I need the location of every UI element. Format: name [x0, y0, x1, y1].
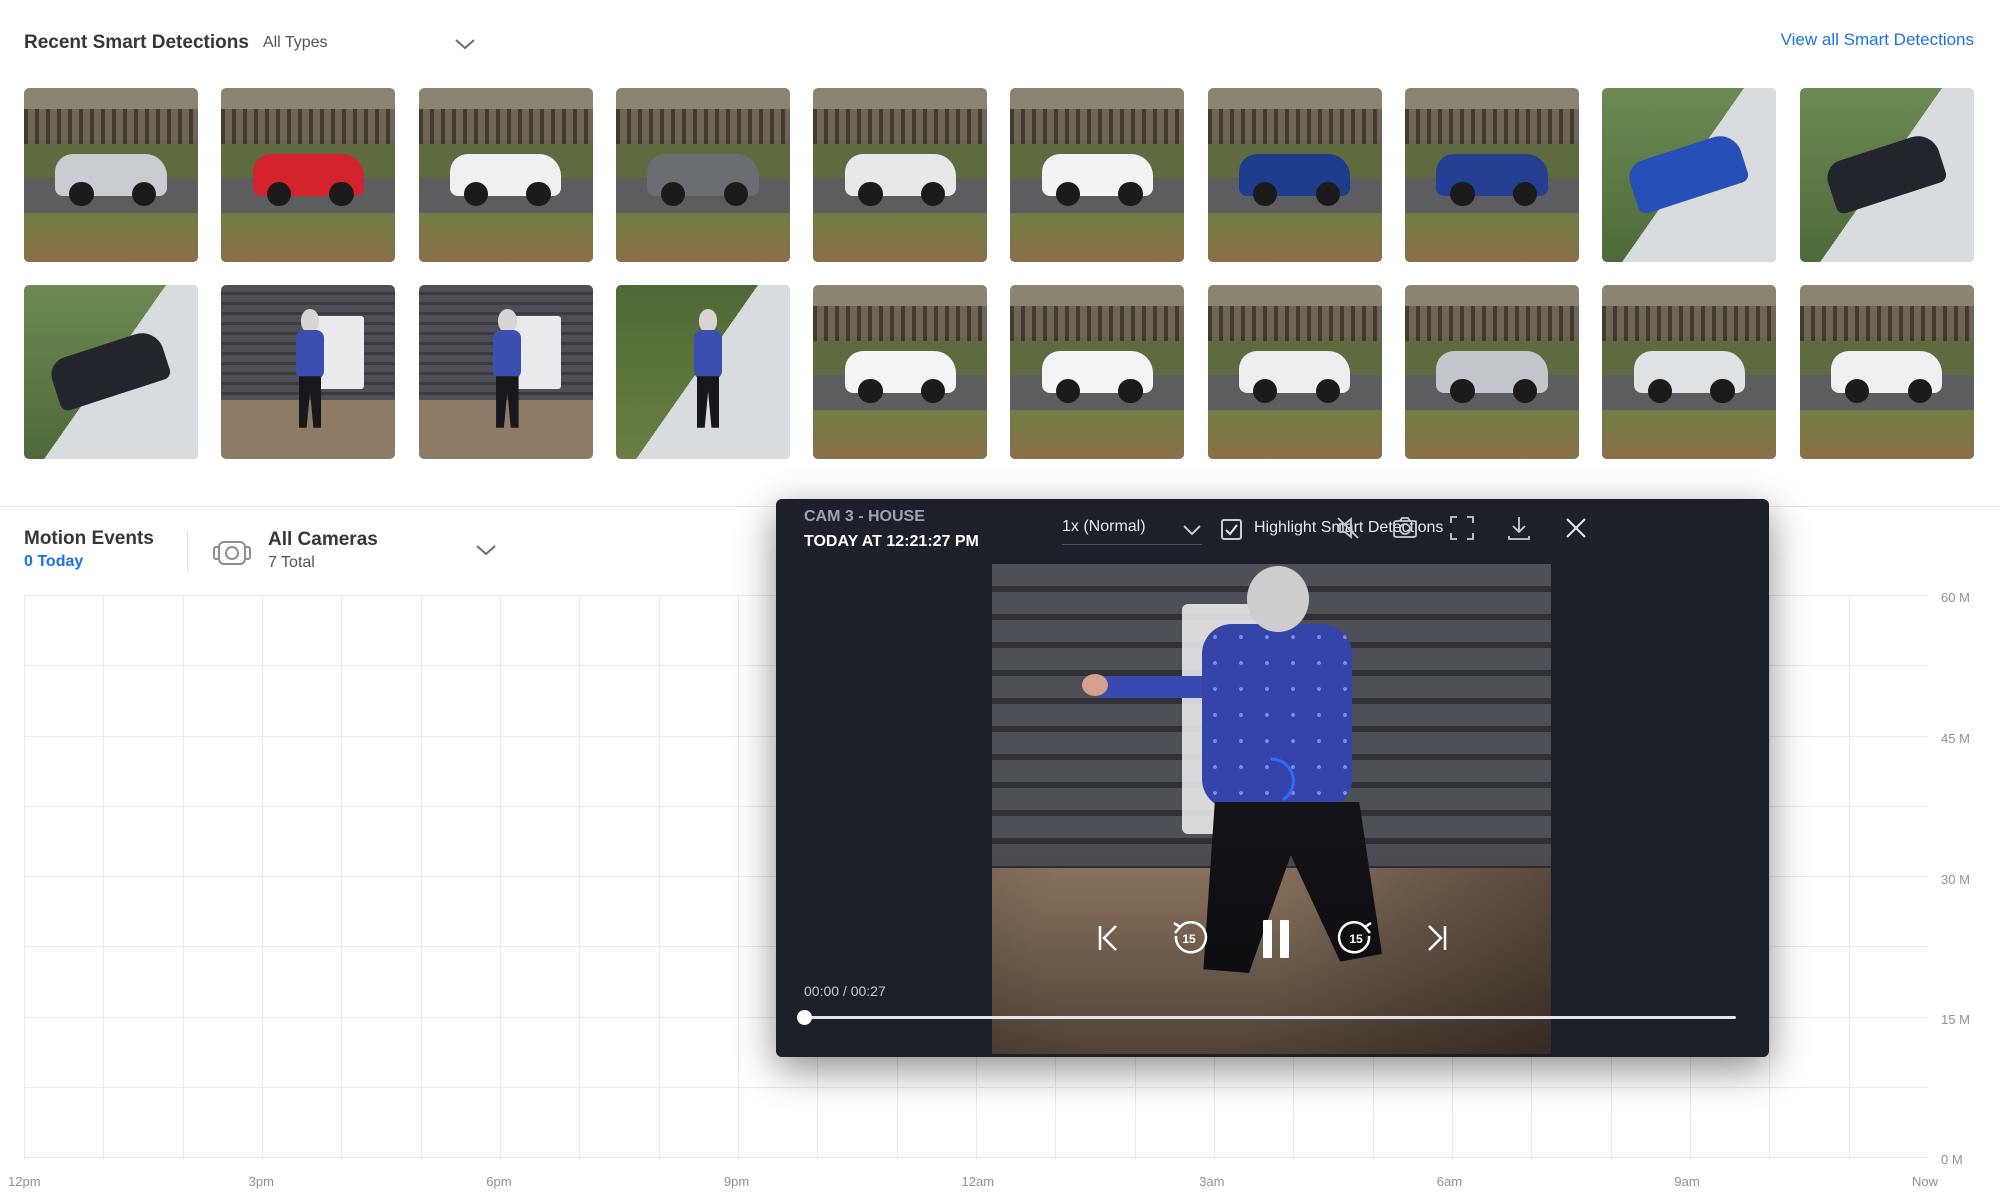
x-axis-tick-label: 3pm — [248, 1174, 274, 1189]
smart-detection-thumbnail[interactable] — [418, 88, 593, 262]
x-axis-tick-label: 9am — [1674, 1174, 1700, 1189]
mute-icon[interactable] — [1333, 513, 1363, 543]
protect-dashboard: Recent Smart Detections All Types View a… — [0, 0, 2000, 1197]
cameras-icon — [213, 541, 251, 565]
header-separator — [187, 530, 188, 572]
smart-detections-title: Recent Smart Detections — [24, 32, 249, 53]
highlight-smart-detections-checkbox[interactable] — [1221, 519, 1242, 540]
smart-detections-grid — [24, 88, 1976, 459]
x-axis-tick-label: 12pm — [8, 1174, 41, 1189]
smart-detection-thumbnail[interactable] — [1207, 88, 1382, 262]
view-all-smart-detections-link[interactable]: View all Smart Detections — [1781, 30, 1974, 50]
loading-spinner-icon — [1270, 757, 1295, 801]
smart-detection-thumbnail[interactable] — [1010, 285, 1185, 459]
smart-detection-thumbnail[interactable] — [813, 88, 988, 262]
smart-detection-thumbnail[interactable] — [1799, 285, 1974, 459]
smart-detection-thumbnail[interactable] — [813, 285, 988, 459]
chevron-down-icon[interactable] — [1181, 521, 1203, 539]
y-axis-tick-label: 0 M — [1941, 1152, 1963, 1167]
smart-detection-thumbnail[interactable] — [24, 88, 198, 262]
rewind-15-icon[interactable]: 15 — [1168, 917, 1210, 959]
smart-detection-thumbnail[interactable] — [1010, 88, 1185, 262]
fullscreen-icon[interactable] — [1447, 513, 1477, 543]
x-axis-tick-label: Now — [1912, 1174, 1939, 1189]
playback-time: 00:00 / 00:27 — [804, 983, 886, 999]
smart-detection-thumbnail[interactable] — [221, 285, 396, 459]
pause-icon[interactable] — [1256, 914, 1296, 962]
smart-detection-thumbnail[interactable] — [1602, 88, 1777, 262]
y-axis-tick-label: 45 M — [1941, 731, 1970, 746]
smart-detection-thumbnail[interactable] — [1405, 88, 1580, 262]
player-timestamp: TODAY AT 12:21:27 PM — [804, 533, 979, 550]
smart-detection-thumbnail[interactable] — [615, 285, 790, 459]
motion-events-today-count: 0 Today — [24, 553, 84, 570]
forward-15-label: 15 — [1349, 932, 1363, 946]
y-axis-tick-label: 15 M — [1941, 1012, 1970, 1027]
smart-detection-thumbnail[interactable] — [221, 88, 396, 262]
y-axis-tick-label: 30 M — [1941, 872, 1970, 887]
chevron-down-icon[interactable] — [473, 540, 499, 560]
smart-detection-thumbnail[interactable] — [1602, 285, 1777, 459]
detection-type-filter[interactable]: All Types — [263, 34, 328, 52]
rewind-15-label: 15 — [1182, 932, 1196, 946]
camera-total-count: 7 Total — [268, 554, 315, 571]
smart-detection-thumbnail[interactable] — [418, 285, 593, 459]
motion-events-title: Motion Events — [24, 528, 154, 549]
next-event-icon[interactable] — [1421, 920, 1451, 956]
playback-scrubber[interactable] — [804, 1016, 1736, 1019]
x-axis-tick-label: 6pm — [486, 1174, 512, 1189]
camera-selector-label[interactable]: All Cameras — [268, 529, 378, 551]
chevron-down-icon[interactable] — [452, 34, 478, 54]
previous-event-icon[interactable] — [1094, 920, 1124, 956]
smart-detection-thumbnail[interactable] — [615, 88, 790, 262]
smart-detection-thumbnail[interactable] — [24, 285, 198, 459]
smart-detection-thumbnail[interactable] — [1207, 285, 1382, 459]
player-camera-name: CAM 3 - HOUSE — [804, 508, 925, 525]
smart-detection-thumbnail[interactable] — [1405, 285, 1580, 459]
snapshot-icon[interactable] — [1390, 513, 1420, 543]
smart-detections-header: Recent Smart Detections All Types — [24, 28, 328, 58]
x-axis-tick-label: 6am — [1436, 1174, 1463, 1189]
x-axis-tick-label: 12am — [961, 1174, 995, 1189]
close-icon[interactable] — [1561, 513, 1591, 543]
playback-scrubber-handle[interactable] — [797, 1010, 812, 1025]
y-axis-tick-label: 60 M — [1941, 590, 1970, 605]
forward-15-icon[interactable]: 15 — [1335, 917, 1377, 959]
smart-detection-thumbnail[interactable] — [1799, 88, 1974, 262]
checkmark-icon — [1225, 524, 1238, 536]
x-axis-tick-label: 9pm — [723, 1174, 750, 1189]
download-icon[interactable] — [1504, 513, 1534, 543]
x-axis-tick-label: 3am — [1199, 1174, 1225, 1189]
